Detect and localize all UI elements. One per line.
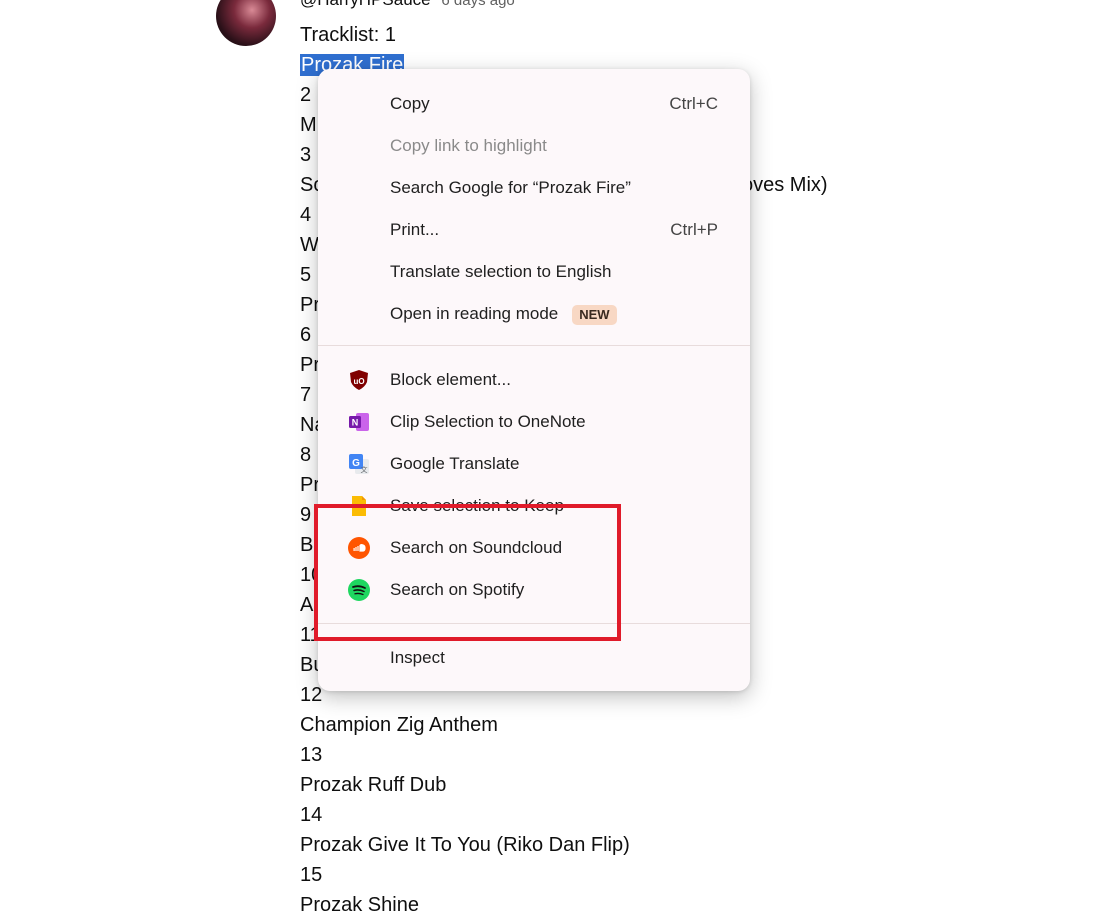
menu-item-translate[interactable]: Translate selection to English [318,251,750,293]
comment-line: 14 [300,804,323,826]
menu-item-label: Print... [390,220,440,239]
menu-item-search-soundcloud[interactable]: Search on Soundcloud [318,527,750,569]
menu-separator [318,345,750,346]
menu-item-label: Open in reading mode NEW [390,293,617,335]
menu-item-shortcut: Ctrl+P [670,220,718,239]
new-badge: NEW [572,304,617,325]
menu-item-onenote[interactable]: N Clip Selection to OneNote [318,401,750,443]
menu-item-label: Clip Selection to OneNote [390,412,586,431]
menu-item-label: Translate selection to English [390,262,612,281]
menu-item-label: Block element... [390,370,511,389]
context-menu: Copy Ctrl+C Copy link to highlight Searc… [318,69,750,691]
svg-text:uO: uO [353,377,364,386]
menu-item-google-translate[interactable]: G 文 Google Translate [318,443,750,485]
comment-line: Prozak Give It To You (Riko Dan Flip) [300,834,630,856]
comment-line: 13 [300,744,323,766]
menu-item-search-spotify[interactable]: Search on Spotify [318,569,750,611]
menu-item-reading-mode[interactable]: Open in reading mode NEW [318,293,750,335]
svg-text:N: N [352,418,359,428]
menu-item-label: Google Translate [390,454,520,473]
menu-item-copy-link: Copy link to highlight [318,125,750,167]
comment-meta: @HarryHPSauce 6 days ago [300,0,515,10]
menu-item-label: Copy [390,94,430,113]
menu-item-label: Inspect [390,648,445,667]
menu-item-save-keep[interactable]: Save selection to Keep [318,485,750,527]
avatar[interactable] [216,0,276,46]
keep-icon [352,496,366,516]
menu-item-label: Save selection to Keep [390,496,564,515]
menu-item-shortcut: Ctrl+C [669,94,718,113]
comment-line: 15 [300,864,323,886]
menu-item-label: Search on Spotify [390,580,525,599]
menu-item-label: Search Google for “Prozak Fire” [390,178,631,197]
comment-line: Prozak Shine [300,894,419,916]
soundcloud-icon [348,537,370,559]
comment-author[interactable]: @HarryHPSauce [300,0,431,9]
menu-item-copy[interactable]: Copy Ctrl+C [318,83,750,125]
svg-text:G: G [352,458,360,469]
reading-mode-label: Open in reading mode [390,304,559,323]
menu-item-print[interactable]: Print... Ctrl+P [318,209,750,251]
comment-time[interactable]: 6 days ago [441,0,514,9]
onenote-icon: N [349,413,369,431]
comment-line: Prozak Ruff Dub [300,774,447,796]
comment-line: Champion Zig Anthem [300,714,498,736]
comment-line-overflow: oves Mix) [742,174,828,196]
menu-separator [318,623,750,624]
menu-item-block-element[interactable]: uO Block element... [318,359,750,401]
menu-item-label: Copy link to highlight [390,136,547,155]
menu-item-inspect[interactable]: Inspect [318,637,750,679]
ublock-icon: uO [350,370,368,390]
svg-text:文: 文 [361,465,368,474]
google-translate-icon: G 文 [349,454,369,474]
menu-item-search-google[interactable]: Search Google for “Prozak Fire” [318,167,750,209]
spotify-icon [348,579,370,601]
menu-item-label: Search on Soundcloud [390,538,563,557]
comment-line: Tracklist: 1 [300,24,396,46]
